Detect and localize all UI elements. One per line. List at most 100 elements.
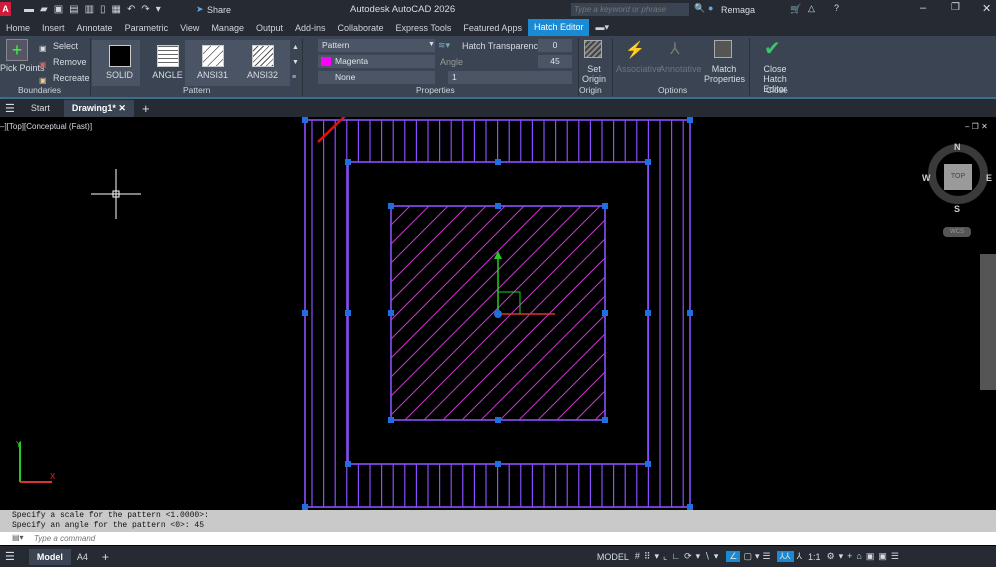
status-tools[interactable]: ⚙▾+⌂▣▣☰ xyxy=(827,551,903,562)
grip xyxy=(602,310,608,316)
osnap-toggle[interactable]: ▢▾☰ xyxy=(743,551,773,562)
tab-express-tools[interactable]: Express Tools xyxy=(390,23,458,33)
tab-collaborate[interactable]: Collaborate xyxy=(332,23,390,33)
origin-panel-label[interactable]: Origin xyxy=(579,85,602,95)
match-properties-icon[interactable] xyxy=(714,40,732,58)
new-tab-button[interactable]: + xyxy=(142,101,150,116)
close-tab-icon[interactable]: ✕ xyxy=(118,103,126,113)
compass-s[interactable]: S xyxy=(954,204,960,214)
add-layout-button[interactable]: + xyxy=(102,550,109,564)
crosshair-cursor xyxy=(91,169,141,219)
annotative-button: Annotative xyxy=(659,64,702,74)
hatch-line xyxy=(391,206,468,283)
search-input[interactable] xyxy=(571,3,689,16)
tab-drawing1[interactable]: Drawing1* ✕ xyxy=(63,99,134,117)
cart-icon[interactable]: 🛒 xyxy=(790,4,801,15)
select-button[interactable]: Select xyxy=(53,41,78,51)
grip xyxy=(645,461,651,467)
ortho-toggle[interactable]: ∠ xyxy=(726,551,741,562)
viewcube-top[interactable]: TOP xyxy=(944,164,972,190)
transparency-input[interactable]: 0 xyxy=(538,39,572,52)
menu-icon[interactable]: ☰ xyxy=(5,102,15,115)
tab-view[interactable]: View xyxy=(174,23,205,33)
pick-points-icon[interactable]: + xyxy=(6,39,28,61)
tab-output[interactable]: Output xyxy=(250,23,289,33)
tab-featured-apps[interactable]: Featured Apps xyxy=(457,23,528,33)
tab-annotate[interactable]: Annotate xyxy=(71,23,119,33)
tab-add-ins[interactable]: Add-ins xyxy=(289,23,332,33)
app-logo[interactable]: A xyxy=(0,2,11,16)
ansi32-swatch-icon xyxy=(251,45,274,67)
properties-panel-label[interactable]: Properties xyxy=(416,85,455,95)
annotative-icon: ⅄ xyxy=(670,41,680,58)
layer-icon[interactable]: ≋▾ xyxy=(438,40,450,51)
tab-hatch-editor[interactable]: Hatch Editor xyxy=(527,19,590,36)
drawing-canvas[interactable]: –][Top][Conceptual (Fast)] YX TOP N S W … xyxy=(0,117,996,510)
grip xyxy=(687,310,693,316)
associative-button: Associative xyxy=(616,64,662,74)
grip xyxy=(302,117,308,123)
annotation-scale[interactable]: 1:1 xyxy=(808,552,821,562)
quick-access-toolbar[interactable]: ▬▰▣▤▥▯▦↶↷▾ xyxy=(24,4,167,15)
hatch-line xyxy=(391,206,544,359)
remove-button[interactable]: Remove xyxy=(53,57,87,67)
hatch-line xyxy=(391,206,601,416)
help-icon[interactable]: ? xyxy=(834,3,839,13)
model-space-button[interactable]: MODEL xyxy=(597,552,629,562)
options-panel-label[interactable]: Options xyxy=(658,85,687,95)
minimize-button[interactable]: – xyxy=(920,2,926,14)
pattern-solid[interactable]: SOLID xyxy=(92,40,147,86)
recreate-button[interactable]: Recreate xyxy=(53,73,90,83)
wcs-menu[interactable]: WCS xyxy=(943,227,971,237)
history-line: Specify an angle for the pattern <0>: 45 xyxy=(12,521,205,530)
user-name[interactable]: Remaga xyxy=(721,5,755,15)
hatch-line xyxy=(461,276,605,420)
tab-start[interactable]: Start xyxy=(31,103,50,113)
autodesk-icon[interactable]: △ xyxy=(808,3,815,14)
share-button[interactable]: Share xyxy=(207,5,231,15)
boundaries-panel-label[interactable]: Boundaries xyxy=(18,85,61,95)
tab-a4[interactable]: A4 xyxy=(77,552,88,562)
hatch-color-dropdown[interactable]: Magenta xyxy=(318,55,435,68)
grip xyxy=(495,159,501,165)
compass-e[interactable]: E xyxy=(986,173,992,183)
tab-model[interactable]: Model xyxy=(28,548,71,565)
angle-input[interactable]: 45 xyxy=(538,55,572,68)
match-properties-button[interactable]: Match Properties xyxy=(704,64,745,84)
set-origin-button[interactable]: Set Origin xyxy=(582,64,606,84)
status-toggles[interactable]: #⠿▾⌞∟⟳▾∖▾ xyxy=(635,551,722,562)
hatch-type-dropdown[interactable]: Pattern xyxy=(318,39,435,52)
grip xyxy=(302,310,308,316)
tab-home[interactable]: Home xyxy=(0,23,36,33)
layout-menu-icon[interactable]: ☰ xyxy=(5,550,15,563)
viewport-window-controls[interactable]: – ❐ ✕ xyxy=(965,122,988,131)
compass-n[interactable]: N xyxy=(954,142,961,152)
restore-button[interactable]: ❐ xyxy=(951,2,960,13)
tab-manage[interactable]: Manage xyxy=(205,23,250,33)
navigation-bar[interactable] xyxy=(980,254,996,390)
checkmark-icon[interactable]: ✔ xyxy=(764,36,781,61)
solid-swatch-icon xyxy=(108,45,131,67)
hatch-line xyxy=(391,206,563,378)
window-title: Autodesk AutoCAD 2026 xyxy=(350,4,456,15)
annotation-visibility[interactable]: ⅄⅄ xyxy=(776,551,794,562)
command-input[interactable] xyxy=(0,532,996,545)
svg-text:Y: Y xyxy=(16,440,22,449)
pattern-scroll[interactable]: ▲ ▼ ≡ xyxy=(292,40,299,85)
tab-parametric[interactable]: Parametric xyxy=(119,23,175,33)
set-origin-icon[interactable] xyxy=(584,40,602,58)
tab-insert[interactable]: Insert xyxy=(36,23,71,33)
scale-input[interactable]: 1 xyxy=(448,71,572,84)
background-color-dropdown[interactable]: None xyxy=(318,71,435,84)
user-icon: ● xyxy=(708,3,714,13)
annotation-scale-icon[interactable]: ⅄ xyxy=(797,551,803,562)
pattern-ansi31[interactable]: ANSI31 xyxy=(185,40,240,86)
search-icon[interactable]: 🔍 xyxy=(694,3,705,14)
close-window-button[interactable]: ✕ xyxy=(982,2,991,15)
command-icon[interactable]: ▤▾ xyxy=(12,533,24,542)
pick-points-button[interactable]: Pick Points xyxy=(0,63,45,73)
compass-w[interactable]: W xyxy=(922,173,931,183)
workspace-dropdown[interactable]: ▬▾ xyxy=(589,22,615,33)
close-panel-label: Close xyxy=(766,85,788,95)
pattern-ansi32[interactable]: ANSI32 xyxy=(235,40,290,86)
